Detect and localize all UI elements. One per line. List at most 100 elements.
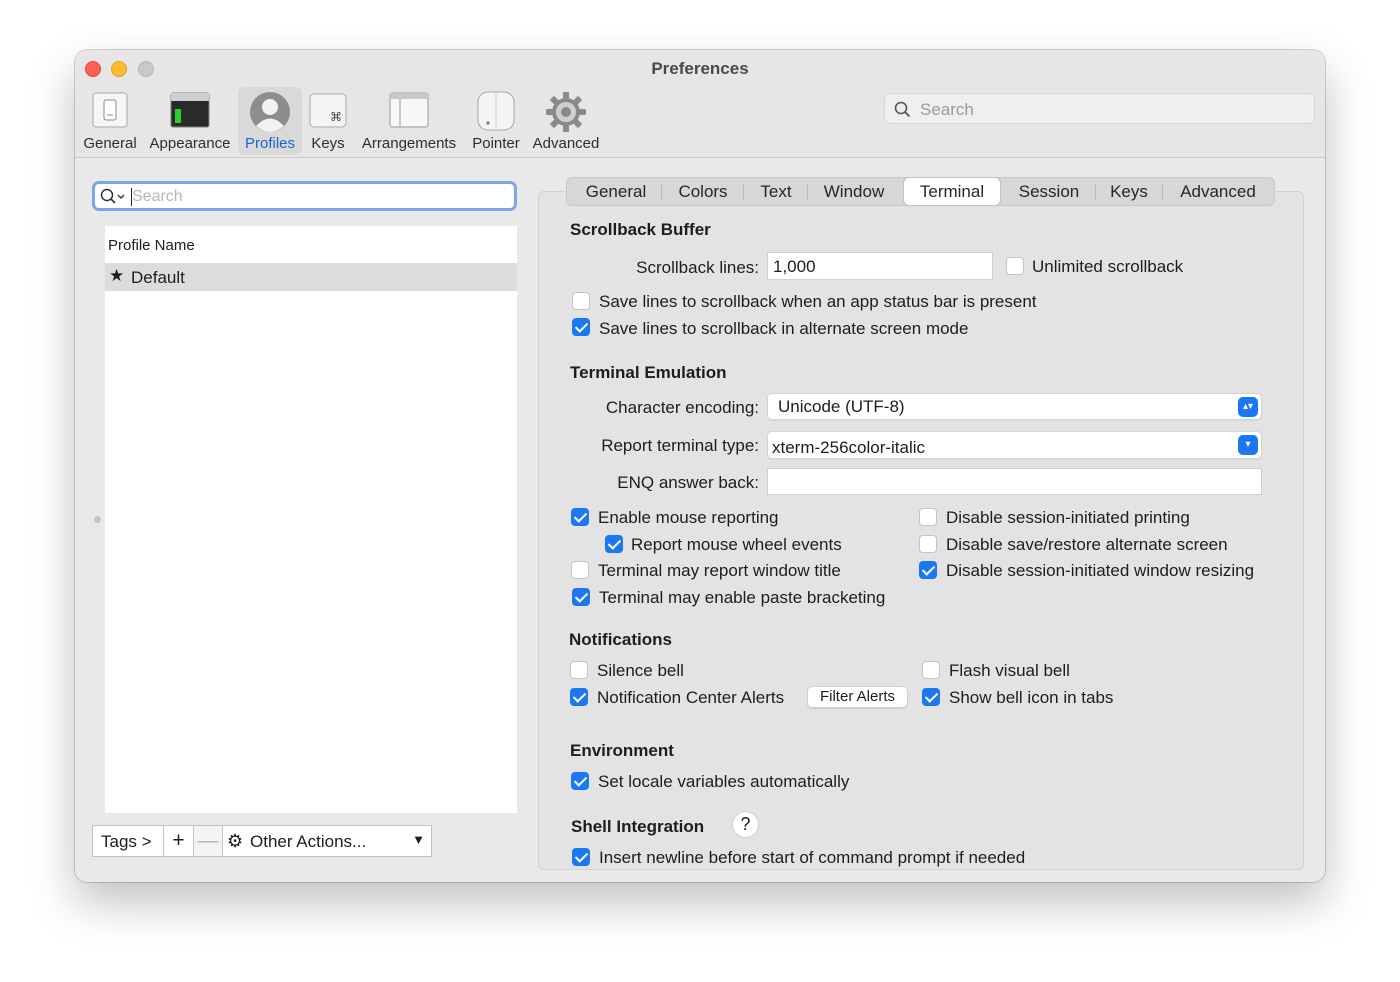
notification-center-alerts-checkbox[interactable]: [570, 688, 588, 706]
toolbar-arrangements[interactable]: Arrangements: [358, 87, 460, 155]
tab-separator: [807, 185, 808, 199]
disable-printing-checkbox[interactable]: [919, 508, 937, 526]
general-icon: [92, 92, 128, 128]
toolbar-appearance[interactable]: Appearance: [147, 87, 233, 155]
mouse-reporting-checkbox[interactable]: [571, 508, 589, 526]
tab-separator: [1162, 185, 1163, 199]
disable-resizing-label: Disable session-initiated window resizin…: [946, 561, 1255, 580]
bell-icon-in-tabs-label: Show bell icon in tabs: [949, 688, 1114, 707]
split-view-handle[interactable]: [94, 516, 101, 523]
unlimited-scrollback-checkbox[interactable]: [1006, 257, 1024, 275]
status-bar-scrollback-checkbox[interactable]: [572, 292, 590, 310]
tab-keys[interactable]: Keys: [1100, 178, 1158, 205]
silence-bell-label: Silence bell: [597, 661, 684, 680]
profile-search-input[interactable]: Search: [92, 181, 517, 211]
search-placeholder: Search: [132, 188, 183, 205]
flash-visual-bell-checkbox[interactable]: [922, 661, 940, 679]
toolbar-label: Arrangements: [361, 135, 457, 152]
section-title-scrollback: Scrollback Buffer: [570, 220, 711, 239]
tab-general[interactable]: General: [573, 178, 659, 205]
paste-bracketing-label: Terminal may enable paste bracketing: [599, 588, 886, 607]
tags-button[interactable]: Tags >: [92, 825, 164, 857]
paste-bracketing-checkbox[interactable]: [572, 588, 590, 606]
profile-row-default[interactable]: ★ Default: [105, 263, 517, 291]
profile-name-column-header[interactable]: Profile Name: [108, 237, 195, 254]
toolbar-general[interactable]: General: [80, 87, 140, 155]
keys-icon: ⌘: [309, 93, 347, 128]
chevron-down-icon: ▾: [1238, 435, 1258, 455]
search-placeholder: Search: [920, 100, 974, 119]
flash-visual-bell-label: Flash visual bell: [949, 661, 1070, 680]
tab-separator: [661, 185, 662, 199]
filter-alerts-button[interactable]: Filter Alerts: [807, 686, 908, 708]
other-actions-label: Other Actions...: [250, 832, 367, 851]
toolbar-label: Keys: [311, 135, 345, 152]
shell-integration-help-button[interactable]: ?: [732, 811, 759, 838]
preferences-search-input[interactable]: Search: [884, 93, 1315, 124]
arrangements-icon: [389, 92, 429, 128]
mouse-wheel-checkbox[interactable]: [605, 535, 623, 553]
other-actions-menu[interactable]: ⚙ Other Actions... ▼: [223, 825, 432, 857]
gear-icon: [546, 92, 586, 132]
character-encoding-value: Unicode (UTF-8): [778, 397, 905, 416]
toolbar-label: Profiles: [244, 135, 296, 152]
tab-session[interactable]: Session: [1007, 178, 1091, 205]
insert-newline-checkbox[interactable]: [572, 848, 590, 866]
window-title: Preferences: [651, 59, 749, 78]
titlebar: Preferences General Appearance Profiles …: [75, 50, 1325, 158]
remove-profile-button[interactable]: —: [194, 825, 223, 857]
tab-advanced[interactable]: Advanced: [1167, 178, 1269, 205]
tab-terminal[interactable]: Terminal: [904, 178, 1000, 205]
section-title-emulation: Terminal Emulation: [570, 363, 727, 382]
tab-text[interactable]: Text: [747, 178, 805, 205]
toolbar-label: General: [83, 135, 137, 152]
report-terminal-type-label: Report terminal type:: [601, 436, 759, 455]
profile-list: Profile Name ★ Default: [105, 226, 517, 813]
search-menu-icon: [100, 188, 125, 204]
toolbar-profiles[interactable]: Profiles: [238, 87, 302, 155]
section-title-shell-integration: Shell Integration: [571, 817, 705, 836]
chevron-updown-icon: ▴▾: [1238, 397, 1258, 417]
bell-icon-in-tabs-checkbox[interactable]: [922, 688, 940, 706]
character-encoding-select[interactable]: Unicode (UTF-8) ▴▾: [767, 393, 1262, 420]
disable-save-restore-checkbox[interactable]: [919, 535, 937, 553]
search-icon: [894, 101, 911, 118]
scrollback-lines-label: Scrollback lines:: [636, 258, 759, 277]
report-terminal-type-value: xterm-256color-italic: [772, 438, 926, 457]
enq-answer-back-input[interactable]: [767, 468, 1262, 495]
alternate-screen-scrollback-label: Save lines to scrollback in alternate sc…: [599, 319, 969, 338]
report-window-title-label: Terminal may report window title: [598, 561, 841, 580]
silence-bell-checkbox[interactable]: [570, 661, 588, 679]
preferences-window: Preferences General Appearance Profiles …: [75, 50, 1325, 882]
add-profile-button[interactable]: +: [164, 825, 194, 857]
insert-newline-label: Insert newline before start of command p…: [599, 848, 1026, 867]
notification-center-alerts-label: Notification Center Alerts: [597, 688, 785, 707]
star-icon: ★: [109, 266, 125, 285]
tab-window[interactable]: Window: [811, 178, 897, 205]
section-title-notifications: Notifications: [569, 630, 672, 649]
disable-resizing-checkbox[interactable]: [919, 561, 937, 579]
status-bar-scrollback-label: Save lines to scrollback when an app sta…: [599, 292, 1037, 311]
unlimited-scrollback-label: Unlimited scrollback: [1032, 257, 1184, 276]
profile-tabs: General Colors Text Window Terminal Sess…: [566, 177, 1275, 206]
toolbar-keys[interactable]: ⌘ Keys: [306, 87, 350, 155]
tab-separator: [1095, 185, 1096, 199]
locale-variables-checkbox[interactable]: [571, 772, 589, 790]
toolbar-advanced[interactable]: Advanced: [530, 87, 602, 155]
toolbar-pointer[interactable]: Pointer: [468, 87, 524, 155]
chevron-down-icon: ▼: [412, 832, 425, 847]
report-terminal-type-combobox[interactable]: xterm-256color-italic ▾: [767, 431, 1262, 459]
toolbar-label: Advanced: [532, 135, 600, 152]
mouse-wheel-label: Report mouse wheel events: [631, 535, 842, 554]
toolbar-label: Appearance: [149, 135, 231, 152]
alternate-screen-scrollback-checkbox[interactable]: [572, 318, 590, 336]
report-window-title-checkbox[interactable]: [571, 561, 589, 579]
scrollback-lines-input[interactable]: 1,000: [767, 252, 993, 280]
tab-colors[interactable]: Colors: [665, 178, 741, 205]
enq-answer-back-label: ENQ answer back:: [617, 473, 759, 492]
character-encoding-label: Character encoding:: [605, 398, 759, 417]
pointer-icon: [477, 91, 515, 131]
toolbar-label: Pointer: [472, 135, 520, 152]
svg-text:⌘: ⌘: [330, 110, 342, 124]
gear-icon: ⚙: [227, 831, 244, 851]
